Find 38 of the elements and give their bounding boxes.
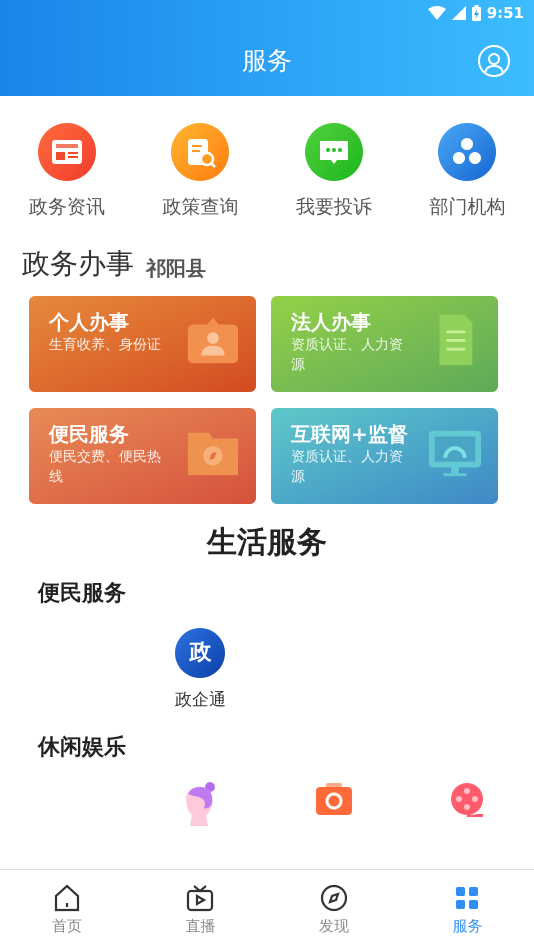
subsection-title: 休闲娱乐 (36, 734, 127, 762)
nav-tab[interactable]: 直播 (134, 870, 267, 950)
card-title: 便民服务 (49, 422, 130, 446)
card-subtitle: 生育收养、身份证 (49, 336, 162, 354)
compass-icon (318, 882, 349, 913)
film-reel-icon (449, 782, 486, 818)
signal-icon (452, 6, 466, 20)
card-title: 个人办事 (49, 310, 130, 334)
card-subtitle: 资质认证、人力资源 (291, 336, 404, 374)
user-icon (484, 51, 504, 75)
status-time: 9:51 (486, 2, 524, 24)
life-service[interactable]: 政 政企通 (134, 628, 267, 713)
battery-icon (472, 5, 481, 21)
service-card[interactable]: 便民服务 便民交费、便民热线 (29, 408, 256, 504)
camera-icon (314, 782, 353, 816)
card-title: 互联网+监督 (291, 422, 409, 446)
badge-icon: 政 (175, 628, 226, 678)
quick-link[interactable]: 部门机构 (400, 123, 534, 222)
life-title: 生活服务 (205, 524, 328, 562)
nav-tab[interactable]: 服务 (400, 870, 534, 950)
card-subtitle: 便民交费、便民热线 (49, 448, 162, 486)
profile-button[interactable] (478, 45, 510, 77)
card-subtitle: 资质认证、人力资源 (291, 448, 404, 486)
quick-link[interactable]: 政务资讯 (0, 123, 134, 222)
service-card[interactable]: 法人办事 资质认证、人力资源 (271, 296, 498, 392)
region-label: 祁阳县 (146, 258, 206, 278)
section-title: 政务办事 (22, 250, 134, 278)
quick-link[interactable]: 政策查询 (134, 123, 267, 222)
service-card[interactable]: 个人办事 生育收养、身份证 (29, 296, 256, 392)
page-title: 服务 (242, 45, 292, 78)
card-title: 法人办事 (291, 310, 372, 334)
quick-link[interactable]: 我要投诉 (267, 123, 400, 222)
wifi-icon (428, 6, 446, 20)
service-card[interactable]: 互联网+监督 资质认证、人力资源 (271, 408, 498, 504)
tv-icon (185, 882, 216, 913)
subsection-title: 便民服务 (36, 580, 127, 608)
nav-tab[interactable]: 发现 (267, 870, 400, 950)
nav-tab[interactable]: 首页 (0, 870, 134, 950)
